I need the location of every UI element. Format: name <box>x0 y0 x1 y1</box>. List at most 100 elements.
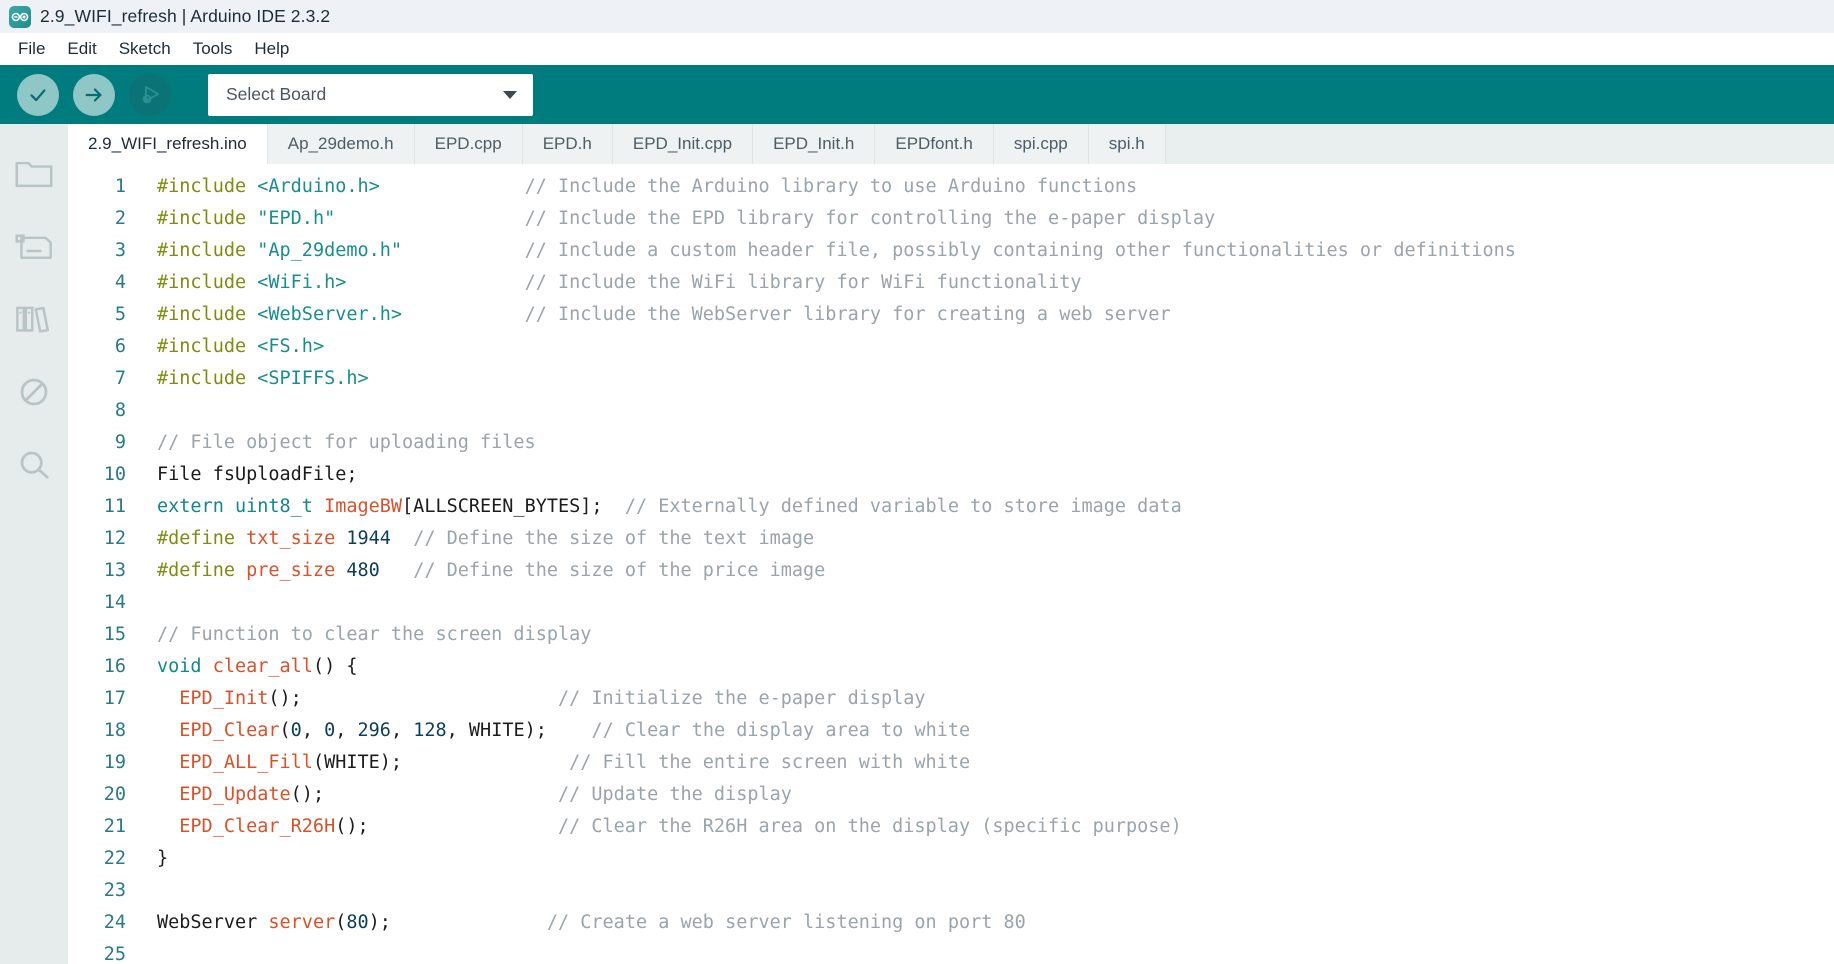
code-token: ImageBW <box>324 495 403 517</box>
code-line[interactable]: 13 #define pre_size 480 // Define the siz… <box>68 554 1834 586</box>
line-number: 20 <box>103 783 126 805</box>
code-line[interactable]: 10 File fsUploadFile; <box>68 458 1834 490</box>
upload-button[interactable] <box>73 73 115 116</box>
arrow-right-icon <box>83 84 105 106</box>
arduino-infinity-icon <box>9 5 31 28</box>
code-line[interactable]: 17 EPD_Init(); // Initialize the e-paper… <box>68 682 1834 714</box>
line-number: 17 <box>103 687 126 709</box>
code-line-content: File fsUploadFile; <box>140 463 1834 485</box>
editor-tab-bar: 2.9_WIFI_refresh.ino Ap_29demo.h EPD.cpp EP… <box>68 124 1834 164</box>
code-token: (WHITE); <box>312 751 570 773</box>
code-line-content: #include "Ap_29demo.h" // Include a cust… <box>140 239 1834 261</box>
editor-tab[interactable]: 2.9_WIFI_refresh.ino <box>68 124 268 164</box>
code-token: 296 <box>357 719 391 741</box>
code-line-content: } <box>140 847 1834 869</box>
chevron-down-icon <box>503 90 517 99</box>
line-number: 13 <box>103 559 126 581</box>
verify-button[interactable] <box>17 73 59 116</box>
code-line[interactable]: 12 #define txt_size 1944 // Define the si… <box>68 522 1834 554</box>
sidebar-item-library-manager[interactable] <box>0 282 68 355</box>
code-line[interactable]: 15 // Function to clear the screen displa… <box>68 618 1834 650</box>
code-line[interactable]: 8 <box>68 394 1834 426</box>
code-token: EPD_Clear_R26H <box>179 815 336 837</box>
code-token: ); <box>368 911 547 933</box>
line-number: 4 <box>114 271 126 293</box>
line-number: 7 <box>114 367 126 389</box>
code-line[interactable]: 21 EPD_Clear_R26H(); // Clear the R26H a… <box>68 810 1834 842</box>
line-number: 1 <box>114 175 126 197</box>
code-token: WebServer <box>157 911 269 933</box>
sidebar-item-search[interactable] <box>0 428 68 501</box>
code-token: , <box>390 719 414 741</box>
code-token: #include <box>157 207 258 229</box>
line-number: 15 <box>103 623 126 645</box>
debug-button[interactable] <box>129 73 171 116</box>
code-token: 480 <box>346 559 380 581</box>
sidebar-item-boards-manager[interactable] <box>0 209 68 282</box>
code-token: EPD_Init <box>179 687 269 709</box>
code-token: pre_size <box>246 559 336 581</box>
code-line[interactable]: 22} <box>68 842 1834 874</box>
code-line[interactable]: 4 #include <WiFi.h> // Include the WiFi l… <box>68 266 1834 298</box>
code-line[interactable]: 23 <box>68 874 1834 906</box>
code-line[interactable]: 20 EPD_Update(); // Update the display <box>68 778 1834 810</box>
code-line[interactable]: 18 EPD_Clear(0, 0, 296, 128, WHITE); // … <box>68 714 1834 746</box>
board-selector-label: Select Board <box>226 84 327 104</box>
menu-item-file[interactable]: File <box>7 37 56 61</box>
line-number: 23 <box>103 879 126 901</box>
arduino-ide-window: 2.9_WIFI_refresh | Arduino IDE 2.3.2 Fil… <box>0 0 1834 964</box>
code-line[interactable]: 16 void clear_all() { <box>68 650 1834 682</box>
code-line[interactable]: 19 EPD_ALL_Fill(WHITE); // Fill the enti… <box>68 746 1834 778</box>
code-token: #define <box>157 527 235 549</box>
editor-tab[interactable]: EPD_Init.cpp <box>612 124 754 164</box>
code-line[interactable]: 11 extern uint8_t ImageBW[ALLSCREEN_BYTES… <box>68 490 1834 522</box>
board-selector[interactable]: Select Board <box>208 73 533 116</box>
code-line[interactable]: 6 #include <FS.h> <box>68 330 1834 362</box>
code-line[interactable]: 3 #include "Ap_29demo.h" // Include a cus… <box>68 234 1834 266</box>
code-line-content: #include <SPIFFS.h> <box>140 367 1834 389</box>
code-line[interactable]: 2 #include "EPD.h" // Include the EPD lib… <box>68 202 1834 234</box>
line-number: 18 <box>103 719 126 741</box>
editor-tab[interactable]: EPD.cpp <box>414 124 523 164</box>
line-number: 3 <box>114 239 126 261</box>
code-token: // Fill the entire screen with white <box>569 751 971 773</box>
search-icon <box>15 448 53 482</box>
code-token: EPD_Update <box>179 783 291 805</box>
code-token: <WiFi.h> <box>257 271 347 293</box>
editor-tab[interactable]: EPDfont.h <box>875 124 994 164</box>
code-token: File fsUploadFile; <box>157 463 358 485</box>
line-number: 21 <box>103 815 126 837</box>
menu-item-edit[interactable]: Edit <box>56 37 107 61</box>
code-line[interactable]: 7 #include <SPIFFS.h> <box>68 362 1834 394</box>
editor-tab[interactable]: EPD.h <box>522 124 613 164</box>
code-editor[interactable]: 1 #include <Arduino.h> // Include the Ard… <box>68 164 1834 964</box>
editor-tab[interactable]: spi.cpp <box>993 124 1089 164</box>
code-line[interactable]: 1 #include <Arduino.h> // Include the Ard… <box>68 170 1834 202</box>
code-token: // Define the size of the text image <box>413 527 815 549</box>
sidebar-item-debug[interactable] <box>0 355 68 428</box>
editor-tab[interactable]: EPD_Init.h <box>753 124 876 164</box>
code-line[interactable]: 14 <box>68 586 1834 618</box>
code-token: "EPD.h" <box>257 207 336 229</box>
line-number: 5 <box>114 303 126 325</box>
code-line[interactable]: 5 #include <WebServer.h> // Include the W… <box>68 298 1834 330</box>
code-token: // Create a web server listening on port… <box>546 911 1026 933</box>
menu-item-tools[interactable]: Tools <box>182 37 244 61</box>
code-line[interactable]: 24 WebServer server(80); // Create a web … <box>68 906 1834 938</box>
code-token: // Update the display <box>557 783 792 805</box>
code-token: // Include the Arduino library to use Ar… <box>524 175 1138 197</box>
menu-item-help[interactable]: Help <box>243 37 300 61</box>
code-line[interactable]: 25 <box>68 938 1834 964</box>
code-line[interactable]: 9 // File object for uploading files <box>68 426 1834 458</box>
menu-item-sketch[interactable]: Sketch <box>108 37 182 61</box>
editor-tab-label: EPD.h <box>542 134 592 153</box>
editor-tab[interactable]: spi.h <box>1088 124 1166 164</box>
line-number: 11 <box>103 495 126 517</box>
sidebar-item-sketchbook[interactable] <box>0 136 68 209</box>
editor-tab[interactable]: Ap_29demo.h <box>267 124 415 164</box>
